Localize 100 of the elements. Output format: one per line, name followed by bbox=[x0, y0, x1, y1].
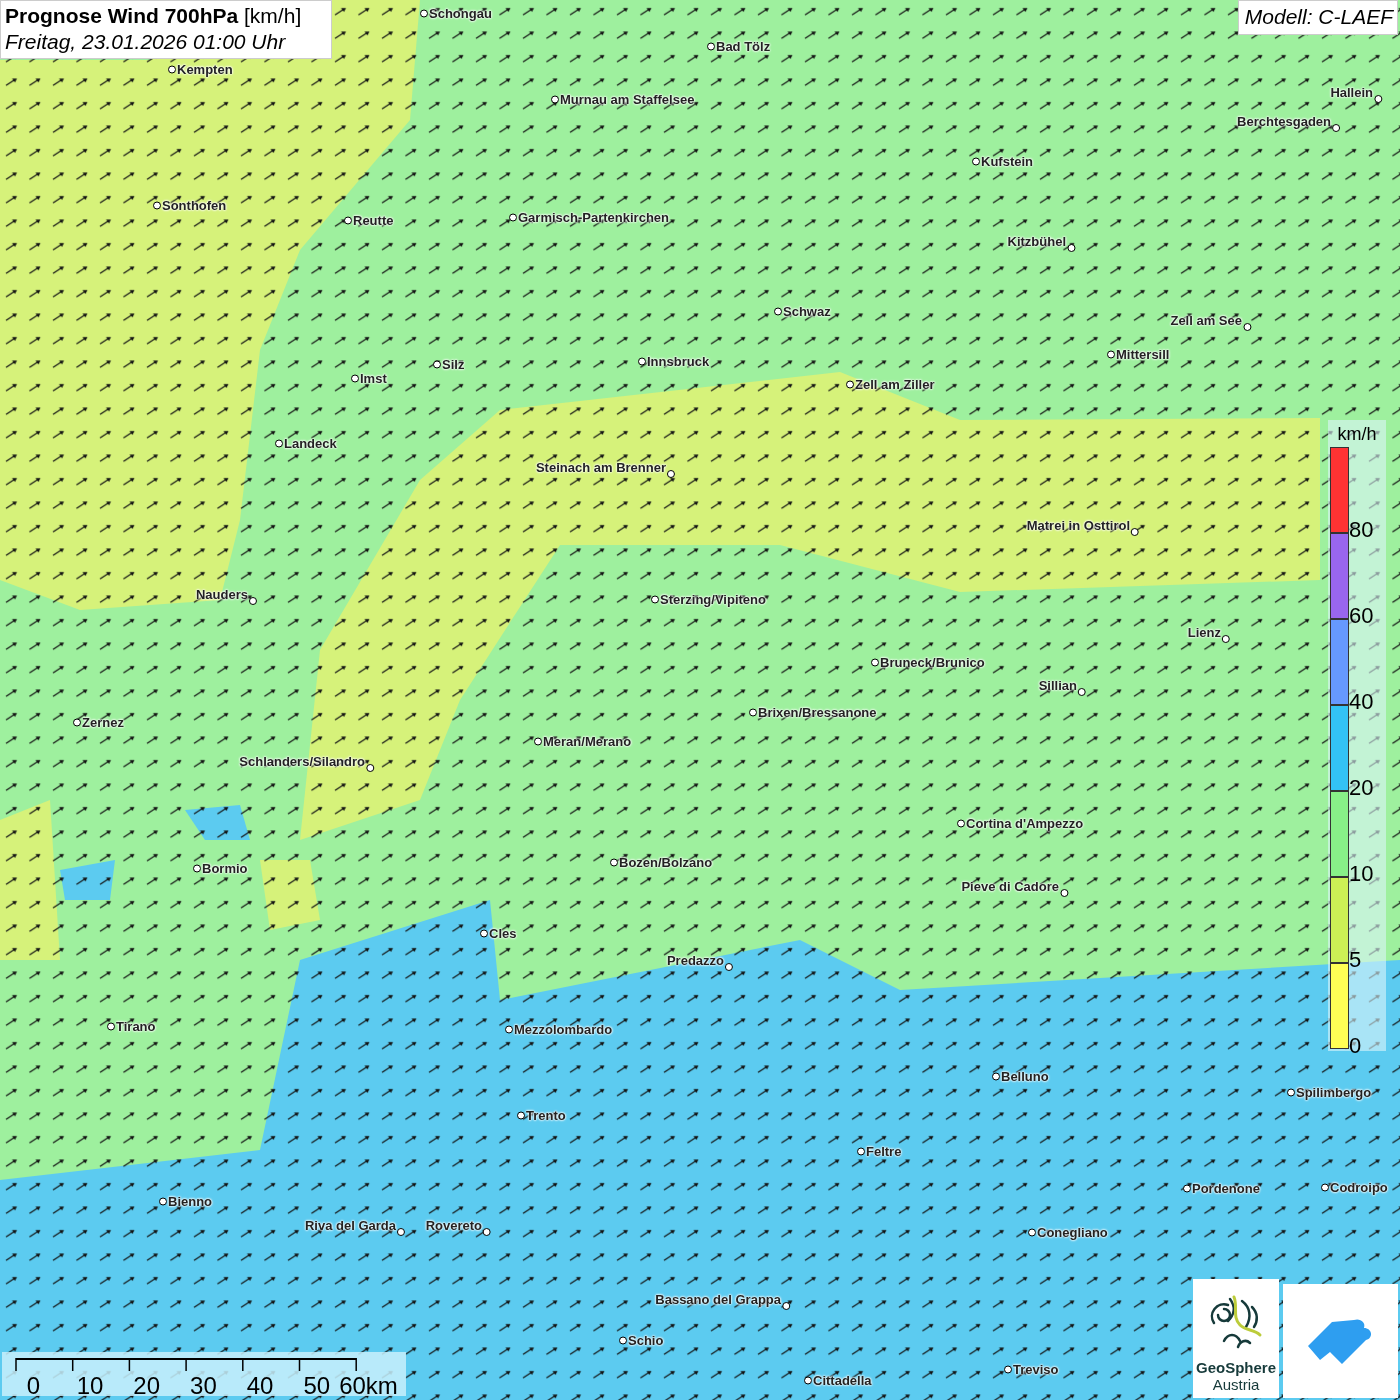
city-label: Landeck bbox=[284, 435, 337, 451]
city-marker-icon bbox=[168, 65, 176, 73]
city-marker-icon bbox=[153, 201, 161, 209]
city-label: Sonthofen bbox=[162, 197, 227, 213]
city-marker-icon bbox=[651, 595, 659, 603]
city-marker-icon bbox=[366, 764, 374, 772]
city-label: Schio bbox=[628, 1332, 664, 1348]
city-marker-icon bbox=[483, 1228, 491, 1236]
city-marker-icon bbox=[1374, 95, 1382, 103]
city-marker-icon bbox=[957, 819, 965, 827]
model-label: Modell: C-LAEF bbox=[1237, 0, 1398, 35]
city-label: Riva del Garda bbox=[304, 1217, 396, 1233]
city-label: Treviso bbox=[1013, 1361, 1059, 1377]
city-label: Cortina d'Ampezzo bbox=[966, 815, 1084, 831]
city-marker-icon bbox=[804, 1376, 812, 1384]
city-label: Schlanders/Silandro bbox=[239, 753, 365, 769]
city-marker-icon bbox=[73, 718, 81, 726]
city-marker-icon bbox=[1183, 1184, 1191, 1192]
city-label: Matrei in Osttirol bbox=[1026, 517, 1130, 533]
legend-value: 80 bbox=[1349, 517, 1374, 543]
city-label: Reutte bbox=[353, 212, 394, 228]
city-label: Zell am Ziller bbox=[855, 376, 935, 392]
logo-subname: Austria bbox=[1212, 1376, 1260, 1393]
city-label: Schwaz bbox=[783, 303, 831, 319]
city-marker-icon bbox=[509, 213, 517, 221]
city-label: Bormio bbox=[202, 860, 248, 876]
legend-value: 5 bbox=[1349, 947, 1362, 973]
city-label: Zernez bbox=[82, 714, 124, 730]
map-title: Prognose Wind 700hPa [km/h] bbox=[5, 4, 302, 28]
city-label: Pordenone bbox=[1192, 1180, 1260, 1196]
city-label: Garmisch-Partenkirchen bbox=[518, 209, 669, 225]
scale-label: 60km bbox=[339, 1372, 398, 1400]
city-marker-icon bbox=[193, 864, 201, 872]
city-label: Innsbruck bbox=[647, 353, 710, 369]
city-marker-icon bbox=[351, 374, 359, 382]
city-label: Zell am See bbox=[1170, 312, 1242, 328]
city-marker-icon bbox=[610, 858, 618, 866]
city-marker-icon bbox=[846, 380, 854, 388]
city-marker-icon bbox=[1222, 635, 1230, 643]
city-label: Mittersill bbox=[1116, 346, 1170, 362]
scale-ruler-icon bbox=[15, 1358, 357, 1372]
legend-value: 60 bbox=[1349, 603, 1374, 629]
city-label: Belluno bbox=[1001, 1068, 1049, 1084]
city-label: Imst bbox=[360, 370, 387, 386]
city-marker-icon bbox=[725, 963, 733, 971]
city-marker-icon bbox=[420, 9, 428, 17]
city-label: Steinach am Brenner bbox=[535, 459, 666, 475]
scale-label: 30 bbox=[189, 1372, 218, 1400]
legend-value: 0 bbox=[1349, 1033, 1362, 1059]
city-marker-icon bbox=[1287, 1088, 1295, 1096]
city-label: Trento bbox=[526, 1107, 566, 1123]
city-marker-icon bbox=[871, 658, 879, 666]
city-label: Bassano del Grappa bbox=[655, 1291, 781, 1307]
city-label: Bad Tölz bbox=[716, 38, 771, 54]
city-label: Sillian bbox=[1038, 677, 1077, 693]
city-label: Tirano bbox=[116, 1018, 156, 1034]
scale-label: 0 bbox=[25, 1372, 41, 1400]
city-label: Kempten bbox=[177, 61, 233, 77]
city-marker-icon bbox=[857, 1147, 865, 1155]
city-marker-icon bbox=[1028, 1228, 1036, 1236]
city-label: Schongau bbox=[429, 5, 492, 21]
forecast-time: Freitag, 23.01.2026 01:00 Uhr bbox=[5, 30, 287, 54]
city-label: Nauders bbox=[195, 586, 248, 602]
city-marker-icon bbox=[638, 357, 646, 365]
city-marker-icon bbox=[1067, 244, 1075, 252]
city-marker-icon bbox=[397, 1228, 405, 1236]
contour-logo-icon bbox=[1208, 1295, 1264, 1351]
city-marker-icon bbox=[1131, 528, 1139, 536]
scale-label: 50 bbox=[302, 1372, 332, 1400]
city-marker-icon bbox=[667, 470, 675, 478]
city-marker-icon bbox=[749, 708, 757, 716]
city-marker-icon bbox=[1107, 350, 1115, 358]
city-marker-icon bbox=[972, 157, 980, 165]
city-label: Murnau am Staffelsee bbox=[560, 91, 695, 107]
city-marker-icon bbox=[774, 307, 782, 315]
city-label: Lienz bbox=[1187, 624, 1221, 640]
city-marker-icon bbox=[1243, 323, 1251, 331]
city-label: Feltre bbox=[866, 1143, 902, 1159]
legend-value: 40 bbox=[1349, 689, 1374, 715]
city-label: Hallein bbox=[1330, 84, 1373, 100]
city-marker-icon bbox=[275, 439, 283, 447]
logo-name: GeoSphere bbox=[1196, 1359, 1276, 1376]
city-marker-icon bbox=[1004, 1365, 1012, 1373]
legend-value: 20 bbox=[1349, 775, 1374, 801]
city-label: Cles bbox=[489, 925, 517, 941]
city-label: Berchtesgaden bbox=[1237, 113, 1331, 129]
legend-unit: km/h bbox=[1336, 423, 1378, 446]
city-label: Brixen/Bressanone bbox=[758, 704, 877, 720]
city-label: Kufstein bbox=[981, 153, 1033, 169]
scale-label: 20 bbox=[132, 1372, 162, 1400]
city-marker-icon bbox=[619, 1336, 627, 1344]
city-label: Conegliano bbox=[1037, 1224, 1108, 1240]
city-marker-icon bbox=[534, 737, 542, 745]
city-marker-icon bbox=[992, 1072, 1000, 1080]
city-label: Bienno bbox=[168, 1193, 213, 1209]
city-label: Bruneck/Brunico bbox=[880, 654, 985, 670]
city-label: Rovereto bbox=[425, 1217, 482, 1233]
city-marker-icon bbox=[1060, 889, 1068, 897]
city-label: Meran/Merano bbox=[543, 733, 632, 749]
city-marker-icon bbox=[707, 42, 715, 50]
